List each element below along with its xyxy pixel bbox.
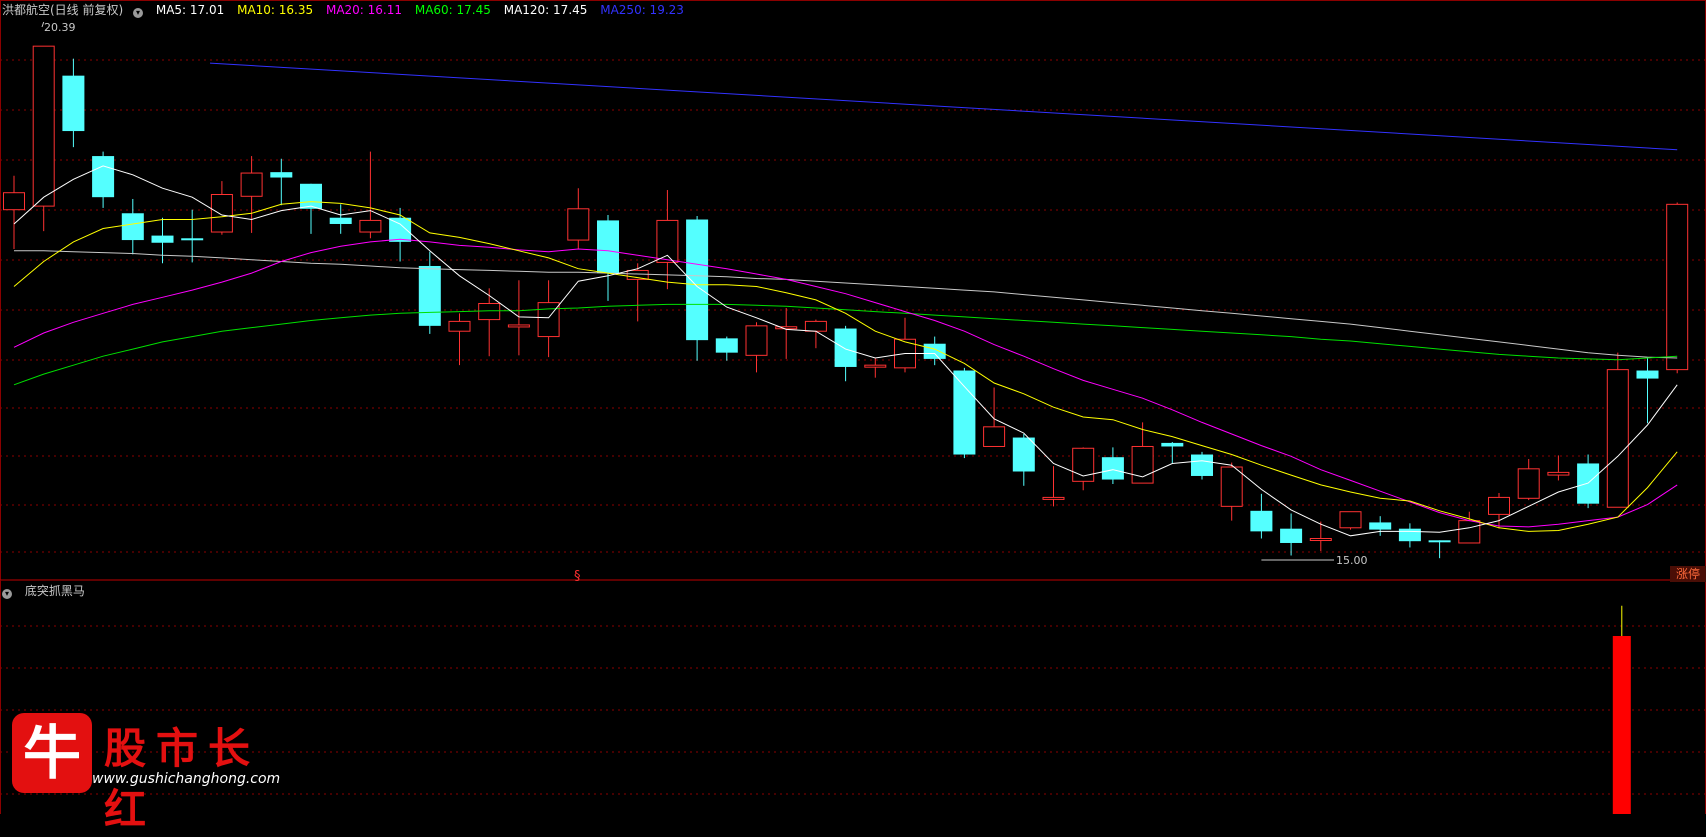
candle-down: [418, 265, 441, 326]
candle-up: [210, 193, 233, 233]
stock-title: 洪都航空(日线 前复权): [2, 3, 124, 17]
indicator-ma60: MA60: 17.45: [414, 3, 491, 17]
sub-panel-header: ▾ 底突抓黑马: [2, 584, 94, 599]
indicator-ma10: MA10: 16.35: [237, 3, 314, 17]
candle-up: [3, 192, 25, 211]
candle-up: [1458, 520, 1481, 544]
candle-down: [1191, 454, 1213, 476]
candle-down: [1636, 370, 1659, 379]
candle-up: [32, 45, 55, 207]
candle-up: [1606, 369, 1629, 508]
candle-down: [1012, 437, 1035, 472]
candle-down: [121, 213, 144, 241]
section-mark: §: [574, 569, 581, 584]
candle-up: [507, 324, 530, 328]
candle-down: [1101, 457, 1124, 480]
sub-panel-toggle-icon[interactable]: ▾: [2, 589, 12, 599]
sub-panel-title: 底突抓黑马: [24, 584, 85, 598]
candle-up: [359, 219, 382, 233]
candle-up: [864, 364, 887, 368]
candle-down: [1398, 528, 1421, 542]
candle-up: [1339, 511, 1362, 529]
candle-up: [478, 303, 501, 321]
logo-url: www.gushichanghong.com: [92, 771, 281, 787]
candle-up: [1220, 466, 1243, 507]
candle-up: [745, 325, 768, 356]
candle-down: [92, 156, 115, 198]
watermark-logo: 牛 股市长红 www.gushichanghong.com: [8, 705, 308, 834]
low-price-label: 15.00: [1336, 554, 1368, 567]
candle-up: [1666, 203, 1689, 371]
candle-up: [1517, 468, 1540, 499]
candle-up: [1042, 496, 1065, 500]
candle-down: [300, 183, 322, 209]
candle-down: [270, 172, 293, 178]
indicator-ma250: MA250: 19.23: [600, 3, 684, 17]
candle-up: [804, 320, 827, 332]
candle-up: [537, 302, 560, 338]
candle-up: [1547, 471, 1570, 476]
logo-character: 牛: [22, 719, 81, 787]
candle-down: [597, 220, 619, 274]
candle-up: [240, 172, 263, 197]
candle-down: [686, 219, 709, 341]
candle-down: [1250, 510, 1273, 532]
candle-down: [953, 370, 976, 455]
high-price-label: 20.39: [44, 21, 76, 34]
indicator-ma120: MA120: 17.45: [503, 3, 588, 17]
settings-toggle-icon[interactable]: ▾: [133, 8, 144, 18]
candle-down: [329, 217, 352, 224]
candle-down: [181, 238, 204, 241]
limit-up-badge: 涨停: [1670, 566, 1706, 582]
candle-down: [151, 235, 174, 243]
main-panel-frame: [0, 0, 1706, 581]
chart-window: 20.39 15.00 § 洪都航空(日线 前复权) ▾ MA5: 17.01 …: [0, 0, 1706, 834]
main-chart-header: 洪都航空(日线 前复权) ▾ MA5: 17.01 MA10: 16.35 MA…: [2, 3, 693, 18]
ma250-line: [209, 62, 1678, 151]
candle-down: [389, 217, 412, 242]
candle-up: [1309, 538, 1332, 542]
chart-canvas[interactable]: 20.39 15.00 §: [0, 0, 1706, 814]
candle-up: [1131, 445, 1154, 484]
candle-up: [983, 426, 1006, 447]
candle-down: [1280, 528, 1303, 543]
indicator-ma5: MA5: 17.01: [155, 3, 225, 17]
candle-up: [656, 219, 679, 263]
ma20-line: [13, 238, 1678, 528]
candle-down: [1369, 522, 1392, 530]
candle-down: [1428, 540, 1451, 543]
candle-down: [715, 338, 738, 353]
candle-down: [834, 328, 857, 367]
candle-up: [567, 208, 590, 241]
candle-down: [1161, 442, 1184, 447]
indicator-ma20: MA20: 16.11: [325, 3, 403, 17]
candle-down: [62, 75, 85, 132]
signal-bar: [1612, 636, 1631, 814]
candle-up: [1488, 496, 1510, 515]
candle-up: [448, 320, 471, 332]
candle-down: [923, 343, 946, 359]
